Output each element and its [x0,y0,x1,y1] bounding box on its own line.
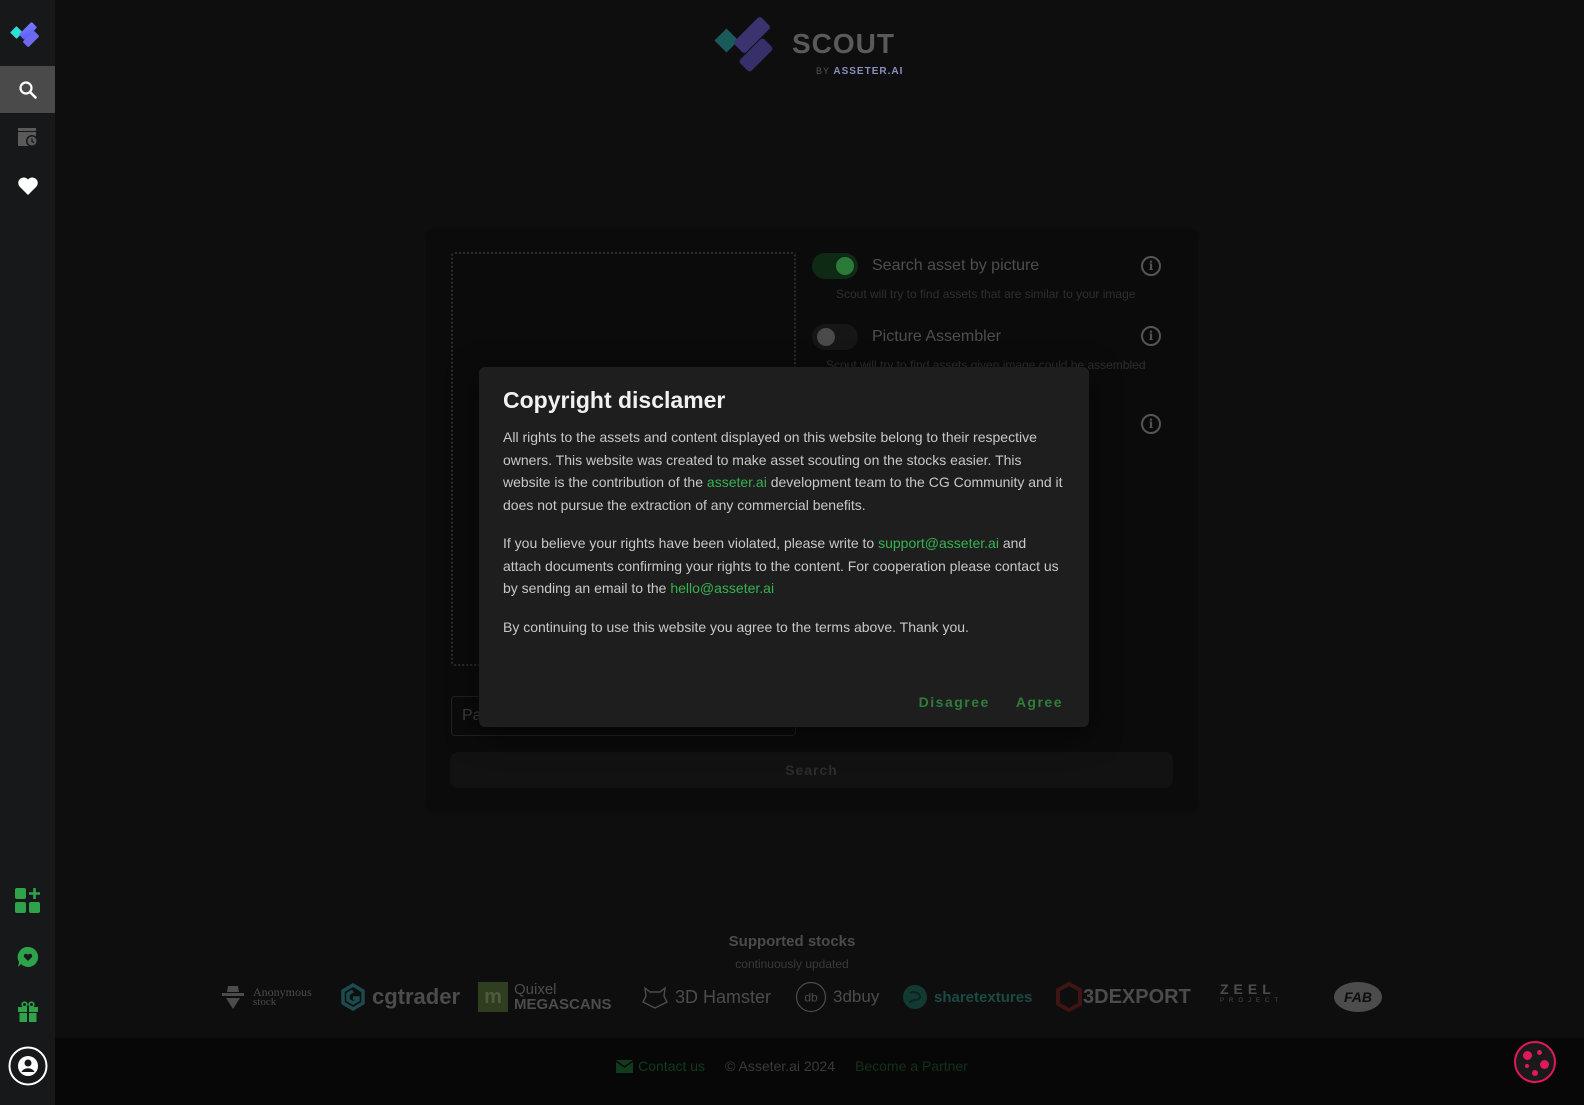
dialog-paragraph: All rights to the assets and content dis… [503,429,1063,513]
cgtrader-logo-icon [341,983,365,1011]
spy-hat-icon [222,986,244,1009]
option-label: Search asset by picture [872,257,1040,274]
stock-anonymous[interactable]: Anonymous stock [219,980,312,1014]
info-icon[interactable]: i [1141,256,1161,276]
add-widget-icon [14,887,40,913]
fab-logo-icon: FAB [1334,982,1382,1012]
supported-stocks-subtitle: continuously updated [735,957,849,971]
search-icon [18,80,37,99]
stock-fab[interactable]: FAB [1334,980,1382,1014]
support-email-link[interactable]: support@asseter.ai [878,535,999,551]
footer-links: Contact us © Asseter.ai 2024 Become a Pa… [0,1058,1584,1074]
picture-assembler-toggle[interactable] [812,324,858,350]
copyright-disclaimer-dialog: Copyright disclamer All rights to the as… [479,367,1089,727]
sidebar-item-favorites[interactable] [0,162,55,209]
sidebar-item-search[interactable] [0,66,55,113]
cookie-icon [1523,1051,1532,1060]
hamster-logo-icon [642,986,668,1009]
sidebar-item-add-widget[interactable] [0,877,55,924]
cookie-settings-button[interactable] [1514,1041,1556,1083]
app-byline: BY ASSETER.AI [816,66,904,77]
history-icon [17,127,38,147]
copyright-text: © Asseter.ai 2024 [725,1058,836,1074]
disagree-button[interactable]: Disagree [919,694,990,710]
mail-icon [616,1059,634,1073]
stock-sharetextures[interactable]: sharetextures [902,980,1032,1014]
gift-icon [17,1000,38,1022]
heart-icon [17,176,38,195]
3dbuy-logo-icon: db [795,981,827,1013]
agree-button[interactable]: Agree [1016,694,1063,710]
option-description: Scout will try to find assets that are s… [836,287,1136,301]
megascans-logo-icon: m [478,982,508,1012]
contact-us-link[interactable]: Contact us [616,1058,705,1074]
scout-logo-icon[interactable] [10,18,46,50]
dialog-paragraph: If you believe your rights have been vio… [503,535,1059,596]
stock-3d-hamster[interactable]: 3D Hamster [641,980,771,1014]
asseter-link[interactable]: asseter.ai [707,474,767,490]
dialog-actions: Disagree Agree [919,694,1063,710]
search-button[interactable]: Search [450,752,1173,788]
stock-zeel-project[interactable]: ZEEL PROJECT [1220,980,1283,1014]
sharetextures-logo-icon [903,985,927,1009]
supported-stocks-title: Supported stocks [728,933,856,950]
app-name: SCOUT [792,28,895,59]
sidebar-item-history[interactable] [0,114,55,161]
dialog-paragraph: By continuing to use this website you ag… [503,618,969,635]
option-label: Picture Assembler [872,328,1001,345]
become-partner-link[interactable]: Become a Partner [855,1058,968,1074]
stock-3dbuy[interactable]: db 3dbuy [795,980,879,1014]
dialog-title: Copyright disclamer [503,387,726,413]
svg-text:db: db [804,991,818,1005]
hello-email-link[interactable]: hello@asseter.ai [670,580,774,596]
3dexport-logo-icon [1056,982,1082,1012]
stock-3dexport[interactable]: 3DEXPORT [1055,980,1191,1014]
stock-quixel-megascans[interactable]: m Quixel MEGASCANS [478,980,612,1014]
sidebar-item-gift[interactable] [0,988,55,1035]
stock-cgtrader[interactable]: cgtrader [340,980,460,1014]
search-by-picture-toggle[interactable] [812,253,858,279]
info-icon[interactable]: i [1141,414,1161,434]
info-icon[interactable]: i [1141,326,1161,346]
